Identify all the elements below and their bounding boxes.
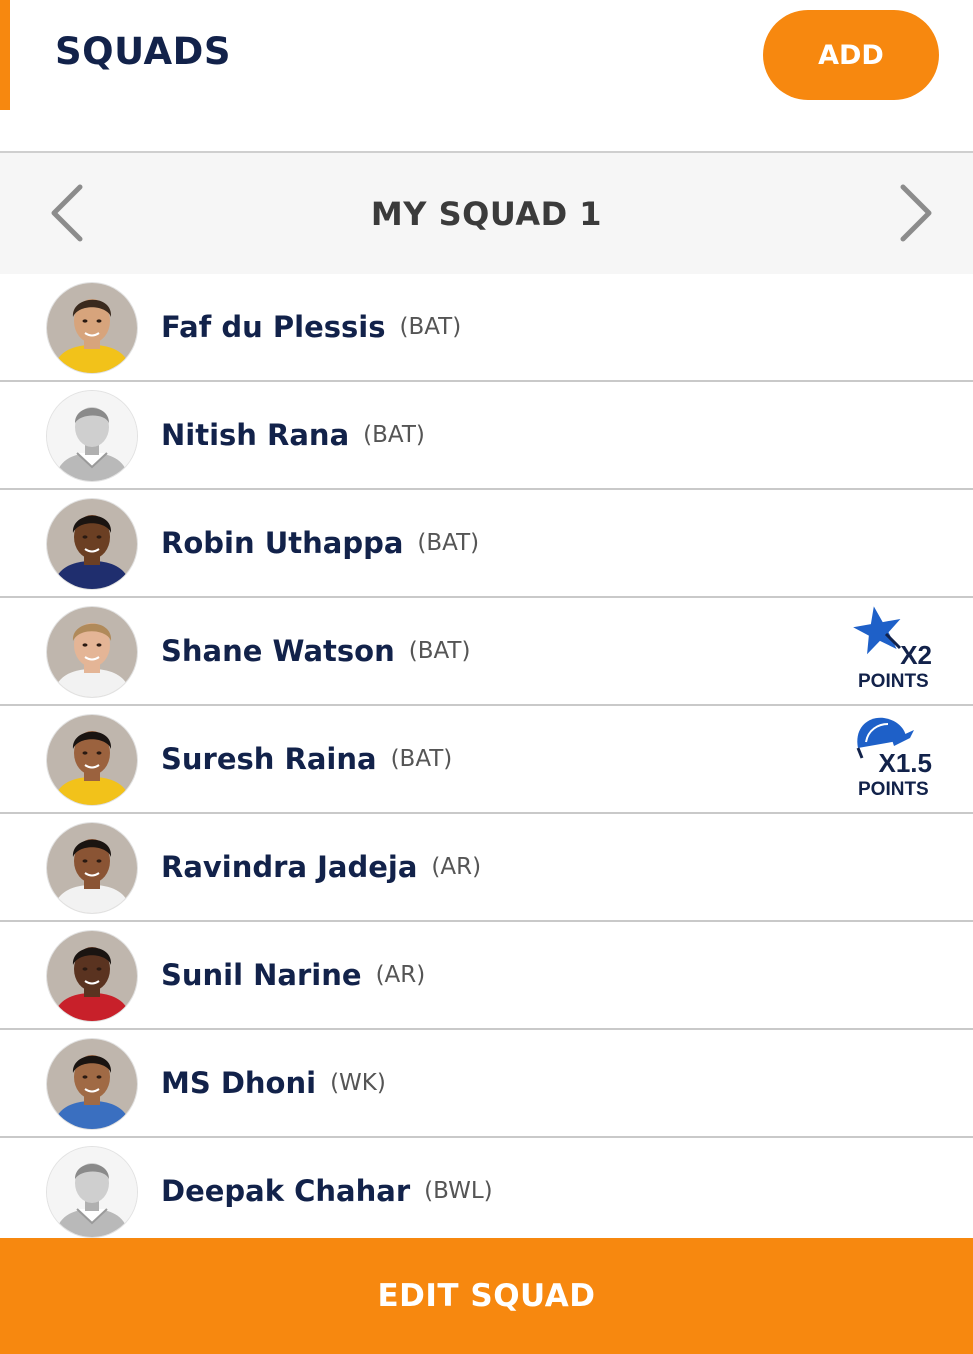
player-avatar xyxy=(47,715,137,805)
points-multiplier-badge: X2 POINTS xyxy=(852,604,942,696)
player-role: (BAT) xyxy=(417,530,480,556)
header-accent-bar xyxy=(0,0,10,110)
player-name: Robin Uthappa xyxy=(161,526,404,560)
player-avatar xyxy=(47,283,137,373)
player-row[interactable]: Nitish Rana (BAT) xyxy=(0,382,973,490)
squad-name: MY SQUAD 1 xyxy=(370,194,603,233)
player-role: (BAT) xyxy=(399,314,462,340)
player-name: Deepak Chahar xyxy=(161,1174,411,1208)
player-role: (BAT) xyxy=(390,746,453,772)
player-name-group: MS Dhoni (WK) xyxy=(161,1030,386,1136)
player-name: Faf du Plessis xyxy=(161,310,386,344)
player-row[interactable]: Faf du Plessis (BAT) xyxy=(0,274,973,382)
badge-label: POINTS xyxy=(858,779,929,800)
player-name: Nitish Rana xyxy=(161,418,350,452)
player-role: (BWL) xyxy=(424,1178,493,1204)
player-avatar-placeholder-icon xyxy=(47,1147,137,1237)
add-squad-button[interactable]: ADD xyxy=(763,10,939,100)
points-multiplier-badge: X1.5 POINTS xyxy=(852,712,942,804)
app-header: SQUADS ADD xyxy=(0,0,973,152)
player-name: Shane Watson xyxy=(161,634,395,668)
player-name: MS Dhoni xyxy=(161,1066,317,1100)
badge-multiplier: X2 xyxy=(900,640,932,670)
edit-squad-button[interactable]: EDIT SQUAD xyxy=(0,1238,973,1354)
player-avatar-placeholder-icon xyxy=(47,391,137,481)
chevron-right-icon[interactable] xyxy=(897,183,937,243)
player-role: (AR) xyxy=(375,962,426,988)
player-row[interactable]: Ravindra Jadeja (AR) xyxy=(0,814,973,922)
player-name: Sunil Narine xyxy=(161,958,362,992)
badge-multiplier: X1.5 xyxy=(878,748,933,778)
player-row[interactable]: Robin Uthappa (BAT) xyxy=(0,490,973,598)
player-row[interactable]: Sunil Narine (AR) xyxy=(0,922,973,1030)
player-avatar xyxy=(47,1039,137,1129)
player-name-group: Shane Watson (BAT) xyxy=(161,598,470,704)
squad-navigator: MY SQUAD 1 xyxy=(0,151,973,276)
player-avatar xyxy=(47,931,137,1021)
player-role: (BAT) xyxy=(408,638,471,664)
player-row[interactable]: MS Dhoni (WK) xyxy=(0,1030,973,1138)
player-list: Faf du Plessis (BAT) Nitish Rana (BAT) Robin… xyxy=(0,274,973,1238)
player-avatar xyxy=(47,499,137,589)
player-name-group: Deepak Chahar (BWL) xyxy=(161,1138,493,1238)
player-role: (BAT) xyxy=(363,422,425,448)
player-avatar xyxy=(47,823,137,913)
page-title: SQUADS xyxy=(55,30,232,73)
player-row[interactable]: Suresh Raina (BAT) X1.5 POINTS xyxy=(0,706,973,814)
chevron-left-icon[interactable] xyxy=(46,183,86,243)
player-name-group: Faf du Plessis (BAT) xyxy=(161,274,461,380)
player-name-group: Nitish Rana (BAT) xyxy=(161,382,425,488)
player-name-group: Sunil Narine (AR) xyxy=(161,922,425,1028)
player-name-group: Suresh Raina (BAT) xyxy=(161,706,452,812)
player-avatar xyxy=(47,607,137,697)
player-row[interactable]: Deepak Chahar (BWL) xyxy=(0,1138,973,1238)
player-row[interactable]: Shane Watson (BAT) X2 POINTS xyxy=(0,598,973,706)
player-name-group: Robin Uthappa (BAT) xyxy=(161,490,479,596)
player-role: (AR) xyxy=(431,854,482,880)
player-name-group: Ravindra Jadeja (AR) xyxy=(161,814,481,920)
player-name: Suresh Raina xyxy=(161,742,377,776)
badge-label: POINTS xyxy=(858,671,929,692)
player-name: Ravindra Jadeja xyxy=(161,850,418,884)
player-role: (WK) xyxy=(330,1070,386,1096)
